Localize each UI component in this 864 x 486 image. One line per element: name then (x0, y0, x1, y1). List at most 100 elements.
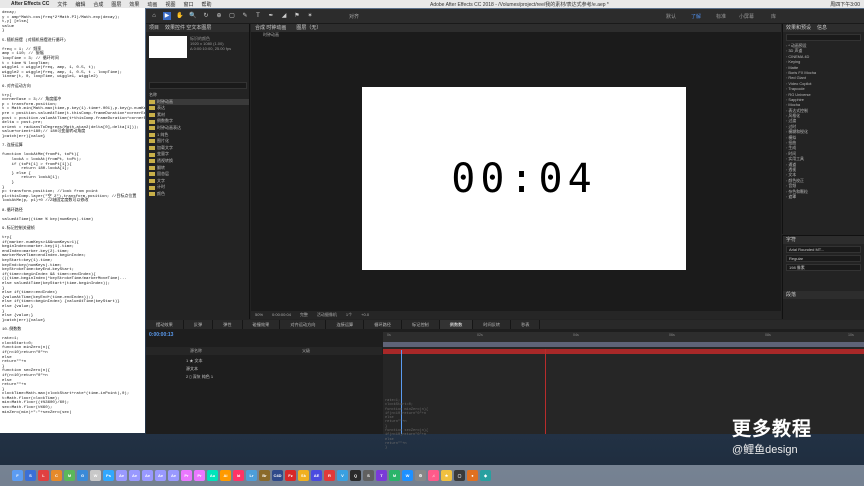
dock-app-icon[interactable]: ⚙ (415, 470, 426, 481)
tab-comp-bounce[interactable]: 反弹 (184, 320, 214, 329)
roto-tool-icon[interactable]: ⚑ (293, 12, 301, 20)
dock-app-icon[interactable]: Lr (246, 470, 257, 481)
tab-comp-collision[interactable]: 碰撞效果 (243, 320, 281, 329)
workspace-small-screen[interactable]: 小屏幕 (739, 13, 754, 20)
tab-effects-presets[interactable]: 效果和预设 (786, 24, 811, 32)
dock-app-icon[interactable]: G (77, 470, 88, 481)
dock-app-icon[interactable]: ◆ (480, 470, 491, 481)
snap-label[interactable]: 对齐 (349, 13, 359, 20)
eraser-tool-icon[interactable]: ◢ (280, 12, 288, 20)
menu-composition[interactable]: 合成 (93, 1, 103, 8)
zoom-tool-icon[interactable]: 🔍 (189, 12, 197, 20)
dock-app-icon[interactable]: Pr (194, 470, 205, 481)
menu-help[interactable]: 帮助 (201, 1, 211, 8)
layer-duration-bar[interactable] (383, 349, 864, 354)
effects-search-input[interactable] (786, 34, 861, 41)
menu-edit[interactable]: 编辑 (75, 1, 85, 8)
dock-app-icon[interactable]: AE (311, 470, 322, 481)
zoom-select[interactable]: 50% (255, 311, 263, 319)
pen-tool-icon[interactable]: ✎ (241, 12, 249, 20)
dock-app-icon[interactable]: Ps (103, 470, 114, 481)
tab-project[interactable]: 项目 (149, 24, 159, 32)
dock-app-icon[interactable]: ♫ (428, 470, 439, 481)
shape-tool-icon[interactable]: ▢ (228, 12, 236, 20)
menu-view[interactable]: 视图 (165, 1, 175, 8)
dock-app-icon[interactable]: Au (207, 470, 218, 481)
dock-app-icon[interactable]: Ae (129, 470, 140, 481)
dock-app-icon[interactable]: Id (233, 470, 244, 481)
app-menu[interactable]: After Effects CC (11, 1, 49, 7)
rotate-tool-icon[interactable]: ↻ (202, 12, 210, 20)
tab-comp-loop[interactable]: 循环路径 (364, 320, 402, 329)
list-item[interactable]: 计时 (149, 184, 249, 191)
tab-comp-countdown[interactable]: 倒数数 (439, 320, 474, 329)
dock-app-icon[interactable]: S (363, 470, 374, 481)
layer-row-solid[interactable]: 2 ▯ 深灰 纯色 1 (146, 373, 382, 380)
layer-row-text[interactable]: 1 ★ 文本 (146, 357, 382, 364)
dock-app-icon[interactable]: Q (350, 470, 361, 481)
timeline-timecode[interactable]: 0:00:00:13 (149, 332, 173, 338)
workspace-library[interactable]: 库 (771, 13, 776, 20)
project-search-input[interactable] (149, 82, 247, 89)
camera-select[interactable]: 活动摄像机 (317, 311, 337, 319)
menu-window[interactable]: 窗口 (183, 1, 193, 8)
dock-app-icon[interactable]: L (38, 470, 49, 481)
dock-app-icon[interactable]: M (389, 470, 400, 481)
dock-app-icon[interactable]: Pr (181, 470, 192, 481)
tab-comp-link[interactable]: 连接运算 (326, 320, 365, 329)
dock-app-icon[interactable]: C (51, 470, 62, 481)
tab-comp-marker[interactable]: 标记控制 (402, 320, 440, 329)
resolution-select[interactable]: 完整 (300, 311, 308, 319)
font-size-field[interactable]: 198 像素 (786, 264, 861, 271)
list-item[interactable]: 变量字 (149, 151, 249, 158)
brush-tool-icon[interactable]: ✒ (267, 12, 275, 20)
tab-comp-wiggle[interactable]: 摆动效果 (146, 320, 184, 329)
selection-tool-icon[interactable]: ▶ (163, 12, 171, 20)
tab-comp-reverse[interactable]: 时间反转 (473, 320, 512, 329)
list-item[interactable]: 时钟动画表达 (149, 125, 249, 132)
list-item[interactable]: 倒数数字 (149, 118, 249, 125)
dock-app-icon[interactable]: T (376, 470, 387, 481)
workspace-standard[interactable]: 标准 (716, 13, 726, 20)
list-item[interactable]: 颜色 (149, 191, 249, 198)
home-tool-icon[interactable]: ⌂ (150, 12, 158, 20)
dock-app-icon[interactable]: W (90, 470, 101, 481)
viewer-timecode[interactable]: 0:00:00:04 (272, 311, 291, 319)
menu-layer[interactable]: 图层 (111, 1, 121, 8)
dock-app-icon[interactable]: W (402, 470, 413, 481)
dock-app-icon[interactable]: Ae (142, 470, 153, 481)
workspace-learn[interactable]: 了解 (691, 13, 701, 20)
tab-effect-controls[interactable]: 效果控件 空文本图层 (165, 24, 211, 32)
dock-app-icon[interactable]: M (64, 470, 75, 481)
hand-tool-icon[interactable]: ✋ (176, 12, 184, 20)
type-tool-icon[interactable]: T (254, 12, 262, 20)
tab-layer[interactable]: 图层（无） (296, 24, 321, 32)
tab-info[interactable]: 信息 (817, 24, 827, 32)
composition-canvas[interactable]: 00:04 (362, 87, 686, 270)
puppet-tool-icon[interactable]: ✶ (306, 12, 314, 20)
expression-code[interactable]: rate=1; clockStart=0; function minZero(n… (385, 399, 645, 450)
list-item[interactable]: 固态层 (149, 171, 249, 178)
dock-app-icon[interactable]: R (324, 470, 335, 481)
expression-notes-editor[interactable]: decay; y = amp*Math.cos(freq*2*Math.PI)/… (0, 8, 145, 433)
dock-app-icon[interactable]: S (25, 470, 36, 481)
list-item[interactable]: 图片化 (149, 138, 249, 145)
time-ruler[interactable]: 0s 02s 04s 06s 08s 10s (383, 332, 864, 342)
dock-app-icon[interactable]: C4D (272, 470, 283, 481)
dock-app-icon[interactable]: ▢ (454, 470, 465, 481)
font-style-select[interactable]: Regular (786, 255, 861, 262)
list-item[interactable]: 透视转换 (149, 158, 249, 165)
tab-composition[interactable]: 合成 时钟动画 (255, 24, 286, 32)
dock-app-icon[interactable]: F (12, 470, 23, 481)
workspace-default[interactable]: 默认 (666, 13, 676, 20)
tab-comp-elastic[interactable]: 弹性 (213, 320, 243, 329)
menu-effect[interactable]: 效果 (129, 1, 139, 8)
anchor-tool-icon[interactable]: ⊕ (215, 12, 223, 20)
dock-app-icon[interactable]: ★ (441, 470, 452, 481)
tab-comp-stopwatch[interactable]: 秒表 (511, 320, 541, 329)
tab-comp-orient[interactable]: 对齐运动方向 (280, 320, 327, 329)
dock-app-icon[interactable]: Ae (168, 470, 179, 481)
dock-app-icon[interactable]: Sk (298, 470, 309, 481)
exposure-value[interactable]: +0.0 (361, 311, 369, 319)
dock-app-icon[interactable]: Ae (155, 470, 166, 481)
